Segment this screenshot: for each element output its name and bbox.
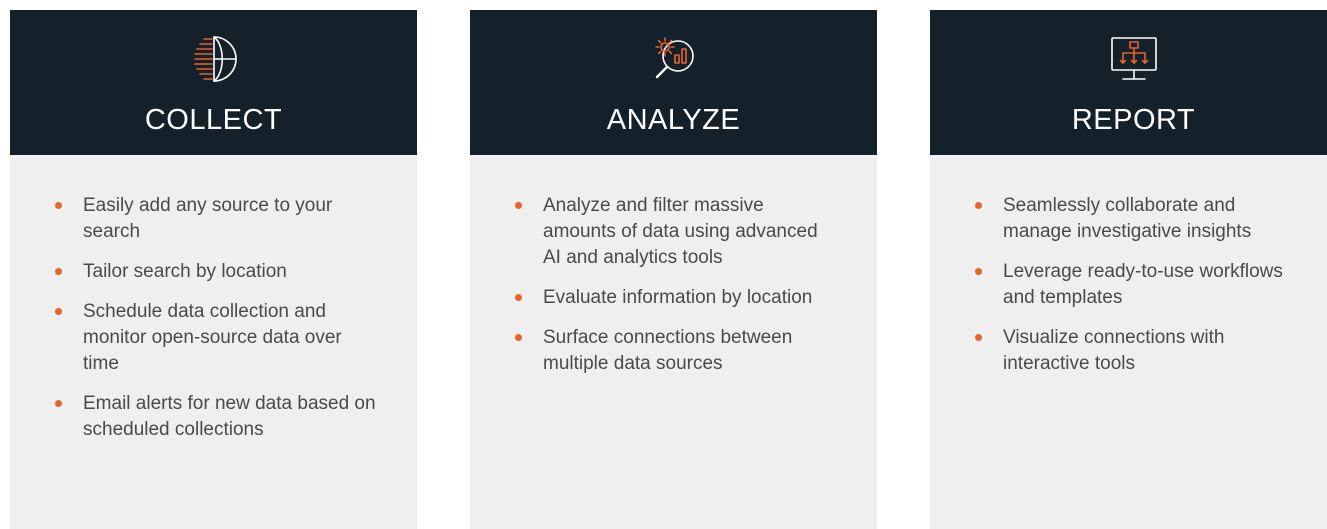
- collect-card: COLLECT Easily add any source to your se…: [10, 10, 417, 529]
- list-item-text: Visualize connections with interactive t…: [1003, 327, 1225, 374]
- list-item-text: Email alerts for new data based on sched…: [83, 393, 376, 440]
- analyze-card: ANALYZE Analyze and filter massive amoun…: [470, 10, 877, 529]
- list-item-text: Seamlessly collaborate and manage invest…: [1003, 195, 1252, 242]
- list-item: Analyze and filter massive amounts of da…: [470, 193, 877, 271]
- bullet-icon: [975, 268, 982, 275]
- list-item-text: Leverage ready-to-use work­flows and tem…: [1003, 261, 1283, 308]
- list-item-text: Surface connections between multiple dat…: [543, 327, 793, 374]
- monitor-flowchart-icon: [1108, 33, 1160, 85]
- list-item: Easily add any source to your search: [10, 193, 417, 245]
- bullet-icon: [55, 202, 62, 209]
- collect-feature-list: Easily add any source to your search Tai…: [10, 155, 417, 443]
- list-item: Tailor search by location: [10, 259, 417, 285]
- bullet-icon: [55, 268, 62, 275]
- collect-card-header: COLLECT: [10, 10, 417, 155]
- list-item: Evaluate information by location: [470, 285, 877, 311]
- bullet-icon: [515, 334, 522, 341]
- report-card-header: REPORT: [930, 10, 1327, 155]
- bullet-icon: [55, 308, 62, 315]
- list-item: Surface connections between multiple dat…: [470, 325, 877, 377]
- analyze-card-header: ANALYZE: [470, 10, 877, 155]
- report-feature-list: Seamlessly collaborate and manage invest…: [930, 155, 1327, 377]
- collect-title: COLLECT: [144, 104, 283, 136]
- bullet-icon: [515, 294, 522, 301]
- globe-signal-icon: [188, 33, 240, 85]
- bullet-icon: [975, 202, 982, 209]
- list-item: Leverage ready-to-use work­flows and tem…: [930, 259, 1327, 311]
- list-item: Email alerts for new data based on sched…: [10, 391, 417, 443]
- bullet-icon: [55, 400, 62, 407]
- list-item: Seamlessly collaborate and manage invest…: [930, 193, 1327, 245]
- analyze-feature-list: Analyze and filter massive amounts of da…: [470, 155, 877, 377]
- list-item-text: Easily add any source to your search: [83, 195, 333, 242]
- analyze-title: ANALYZE: [606, 104, 741, 136]
- list-item: Visualize connections with interactive t…: [930, 325, 1327, 377]
- bullet-icon: [975, 334, 982, 341]
- report-title: REPORT: [1071, 104, 1196, 136]
- list-item-text: Analyze and filter massive amounts of da…: [543, 195, 818, 268]
- report-card: REPORT Seamlessly collaborate and manage…: [930, 10, 1327, 529]
- list-item: Schedule data collection and monitor ope…: [10, 299, 417, 377]
- analytics-gear-magnifier-icon: [648, 33, 700, 85]
- list-item-text: Evaluate information by location: [543, 287, 813, 308]
- list-item-text: Tailor search by location: [83, 261, 287, 282]
- list-item-text: Schedule data collection and monitor ope…: [83, 301, 342, 374]
- bullet-icon: [515, 202, 522, 209]
